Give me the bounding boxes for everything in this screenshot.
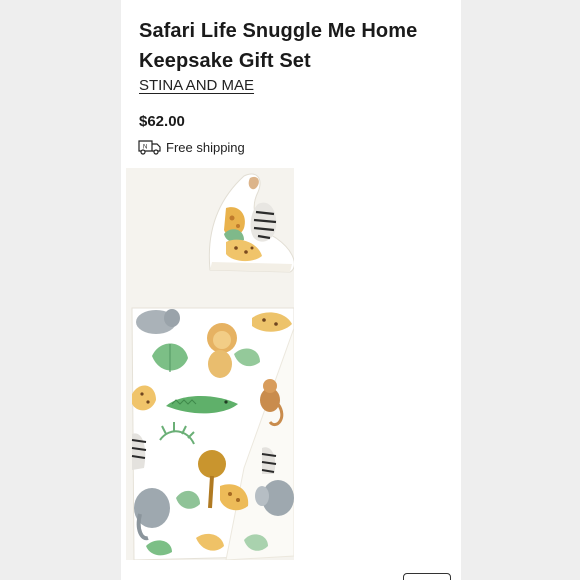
product-illustration — [126, 168, 294, 560]
brand-link[interactable]: STINA AND MAE — [139, 77, 254, 94]
product-title: Safari Life Snuggle Me Home Keepsake Gif… — [139, 20, 418, 72]
swaddle-blanket — [131, 307, 294, 560]
truck-icon: N — [138, 139, 162, 155]
bottom-action-button[interactable] — [403, 573, 451, 580]
left-background — [0, 0, 121, 580]
svg-text:N: N — [143, 145, 147, 151]
shipping-info: N Free shipping — [138, 137, 245, 157]
right-background — [461, 0, 580, 580]
shipping-label: Free shipping — [166, 139, 245, 155]
product-image[interactable] — [126, 168, 294, 560]
product-price: $62.00 — [139, 113, 185, 130]
product-card: Safari Life Snuggle Me Home Keepsake Gif… — [121, 0, 461, 580]
